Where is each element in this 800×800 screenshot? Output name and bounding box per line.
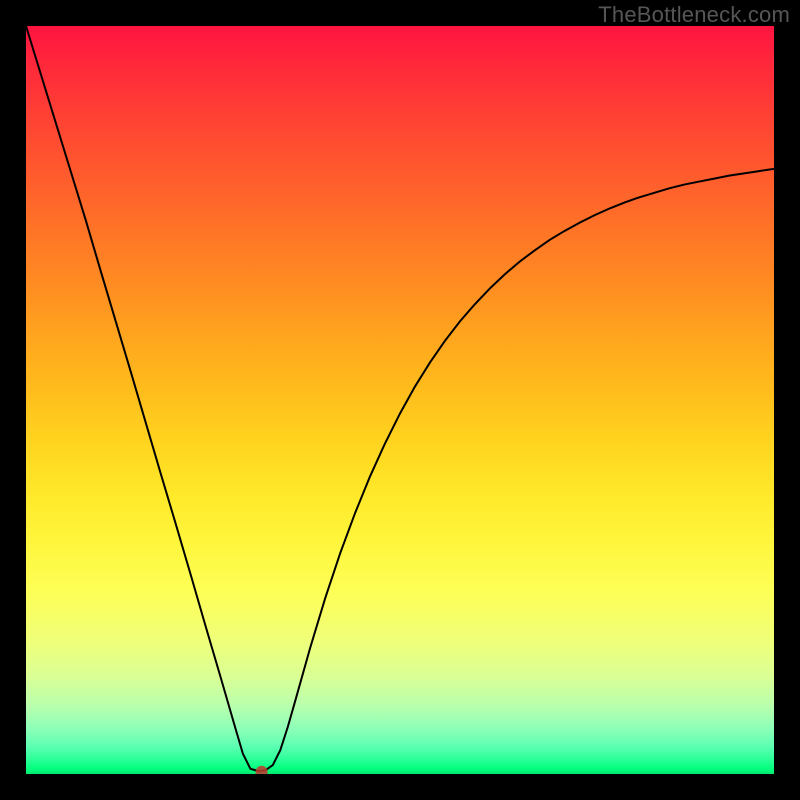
chart-svg	[26, 26, 774, 774]
watermark-text: TheBottleneck.com	[598, 2, 790, 28]
optimum-marker	[256, 766, 268, 774]
chart-frame: TheBottleneck.com	[0, 0, 800, 800]
bottleneck-curve	[26, 26, 774, 771]
plot-area	[26, 26, 774, 774]
